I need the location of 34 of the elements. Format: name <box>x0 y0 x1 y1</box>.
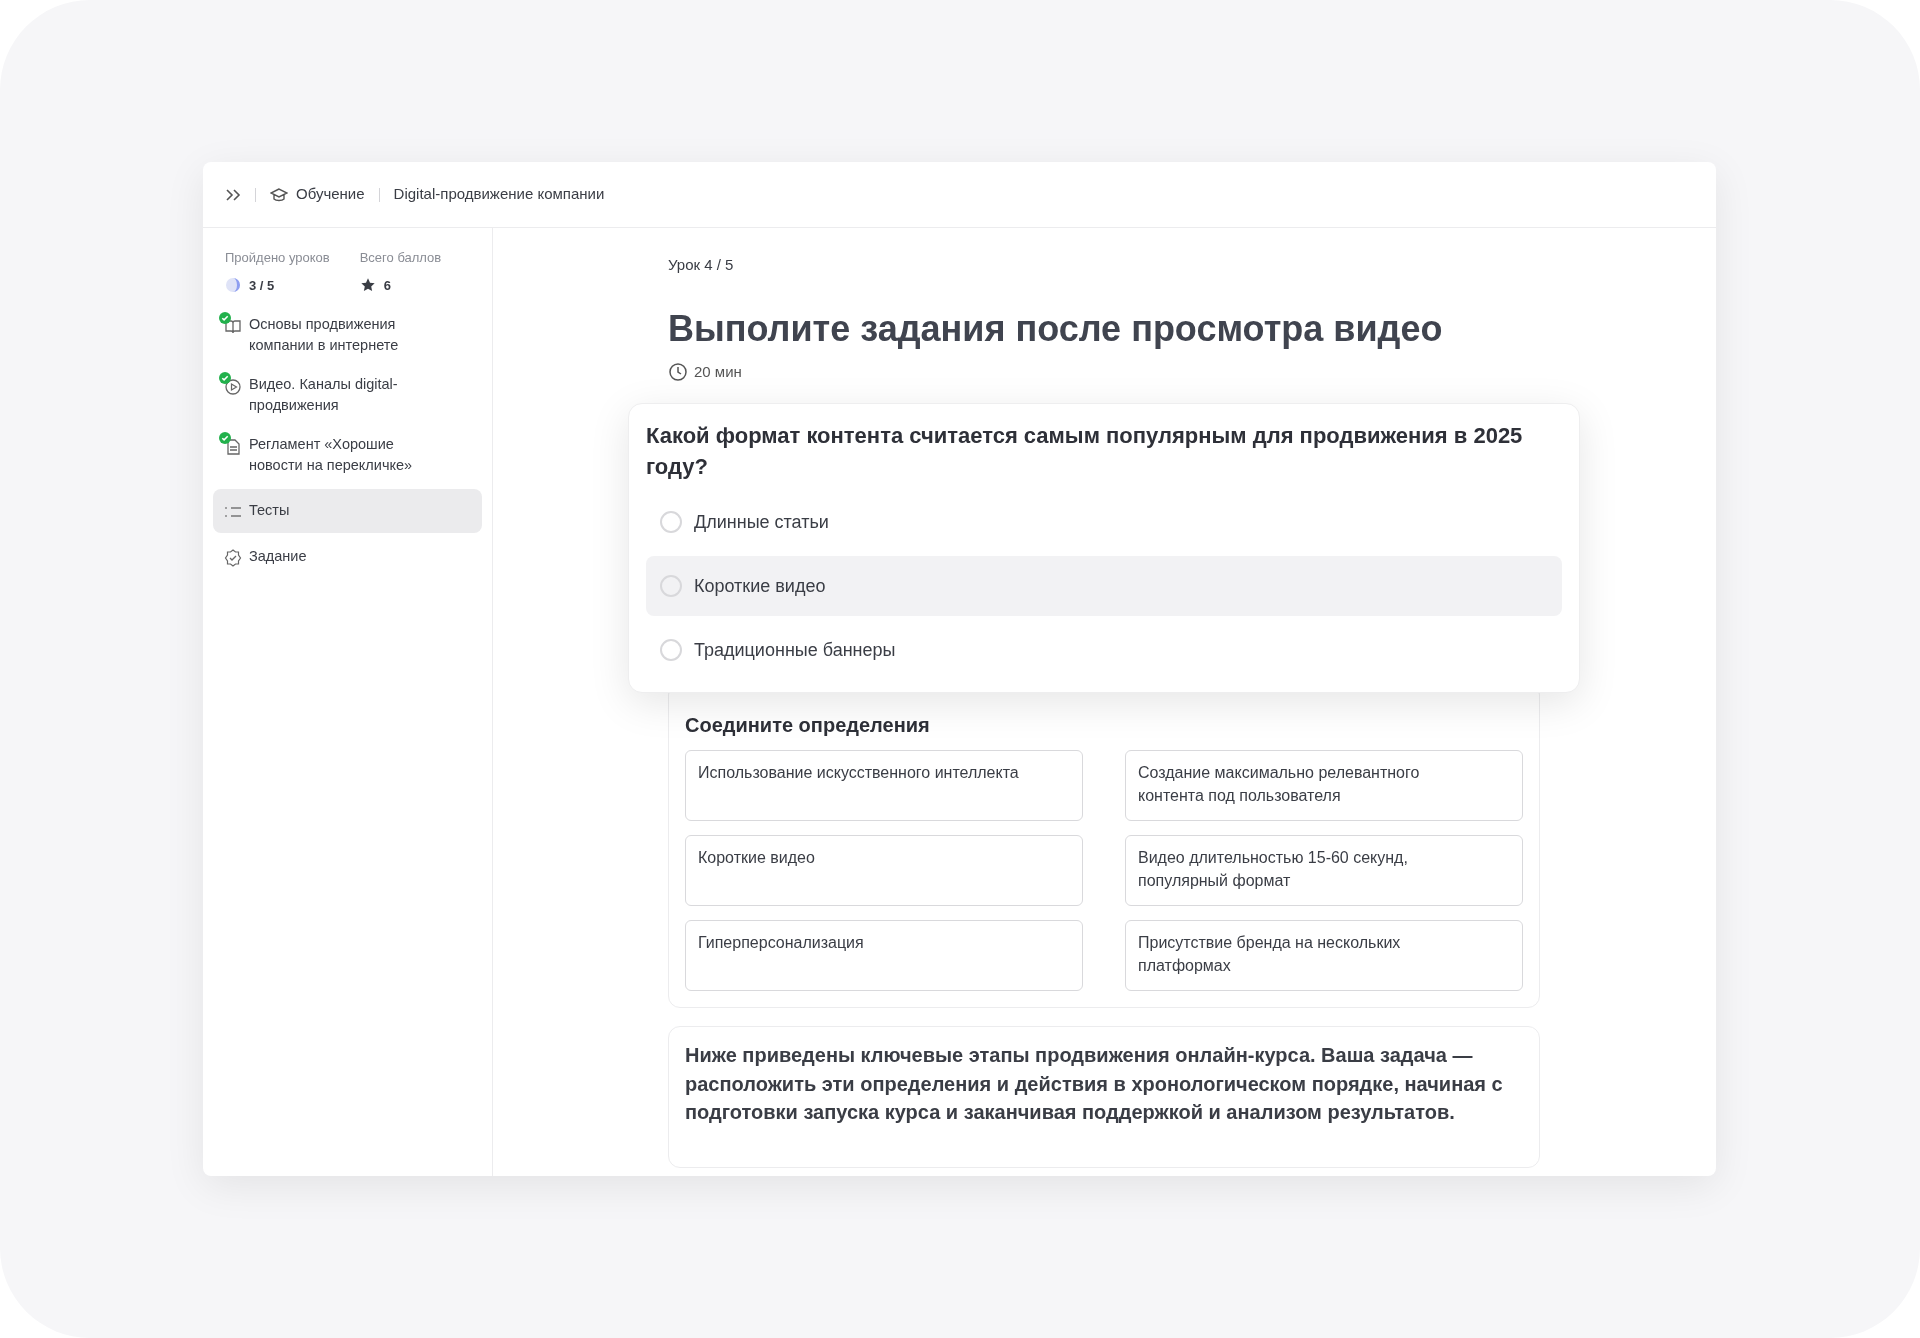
clock-icon <box>668 361 688 382</box>
sidebar-item[interactable]: Тесты <box>213 489 482 533</box>
answer-option[interactable]: Короткие видео <box>646 556 1562 616</box>
lesson-counter: Урок 4 / 5 <box>668 255 735 275</box>
stat-label: Всего баллов <box>359 249 442 267</box>
breadcrumb-link[interactable]: Digital-продвижение компании <box>393 183 605 206</box>
sidebar-item[interactable]: Видео. Каналы digital-продвижения <box>213 369 482 421</box>
ordering-instructions: Ниже приведены ключевые этапы продвижения онлайн-курса. Ваша задача — расположить эти определения и действия в хронологическом порядке, начиная с подготовки запуска курса и заканчивая поддержкой и анализом результатов. <box>685 1043 1504 1125</box>
play-icon <box>223 376 243 396</box>
progress-pie-icon <box>225 277 241 294</box>
star-icon <box>359 277 376 294</box>
definition-card[interactable]: Присутствие бренда на нескольких платформах <box>1125 920 1523 991</box>
matching-title: Соедините определения <box>685 713 931 738</box>
stat-value: 6 <box>383 276 391 295</box>
expand-icon[interactable] <box>225 187 241 202</box>
term-card[interactable]: Использование искусственного интеллекта <box>685 750 1083 821</box>
question-text: Какой формат контента считается самым популярным для продвижения в 2025 году? <box>646 422 1524 481</box>
radio-button[interactable] <box>660 511 682 533</box>
duration: 20 мин <box>694 361 742 382</box>
term-card[interactable]: Гиперперсонализация <box>685 920 1083 991</box>
radio-button[interactable] <box>660 639 682 661</box>
breadcrumb-link[interactable]: Обучение <box>270 183 365 206</box>
graduation-cap-icon <box>270 186 288 203</box>
lesson-title: Выполите задания после просмотра видео <box>668 306 1444 351</box>
definition-card[interactable]: Видео длительностью 15-60 секунд, популярный формат <box>1125 835 1523 906</box>
badge-check-icon <box>223 548 243 568</box>
sidebar-item[interactable]: Регламент «Хорошие новости на перекличке» <box>213 429 482 481</box>
definition-card[interactable]: Создание максимально релевантного контента под пользователя <box>1125 750 1523 821</box>
sidebar-item[interactable]: Задание <box>213 541 482 573</box>
radio-button[interactable] <box>660 575 682 597</box>
term-card[interactable]: Короткие видео <box>685 835 1083 906</box>
stat-value: 3 / 5 <box>249 276 275 295</box>
sidebar-item[interactable]: Основы продвижения компании в интернете <box>213 309 482 361</box>
stat-label: Пройдено уроков <box>225 249 330 267</box>
